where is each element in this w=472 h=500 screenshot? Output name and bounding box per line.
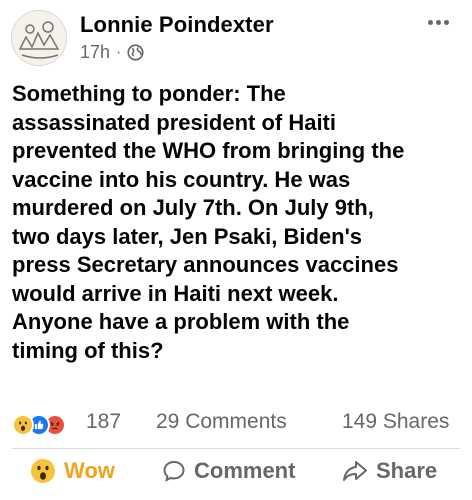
reaction-count[interactable]: 187 [86,410,121,434]
meta-separator: · [116,43,122,61]
shares-count[interactable]: 149 Shares [342,410,449,434]
share-label: Share [376,458,438,483]
comments-count[interactable]: 29 Comments [156,410,287,434]
more-options-icon[interactable] [428,20,456,30]
comment-button[interactable]: Comment [162,458,295,484]
avatar-drawing-icon [12,11,66,65]
post-text: Something to ponder: The assassinated pr… [12,81,405,363]
action-bar: Wow Comment Share [0,456,472,496]
wow-button[interactable]: Wow [30,458,115,484]
globe-icon[interactable] [127,44,144,61]
reaction-icons[interactable] [12,414,66,436]
share-button[interactable]: Share [342,458,437,484]
author-name[interactable]: Lonnie Poindexter [80,12,274,38]
comment-icon [163,460,185,482]
post-meta: 17h · [80,42,144,63]
post-time[interactable]: 17h [80,42,110,63]
wow-icon [31,459,55,483]
post-header: Lonnie Poindexter 17h · [0,0,472,70]
comment-label: Comment [194,458,296,483]
author-avatar[interactable] [11,10,67,66]
wow-reaction-icon [12,414,34,436]
share-icon [343,461,367,481]
wow-label: Wow [64,458,115,483]
post-stats: 187 29 Comments 149 Shares [0,408,472,442]
divider [12,448,460,449]
